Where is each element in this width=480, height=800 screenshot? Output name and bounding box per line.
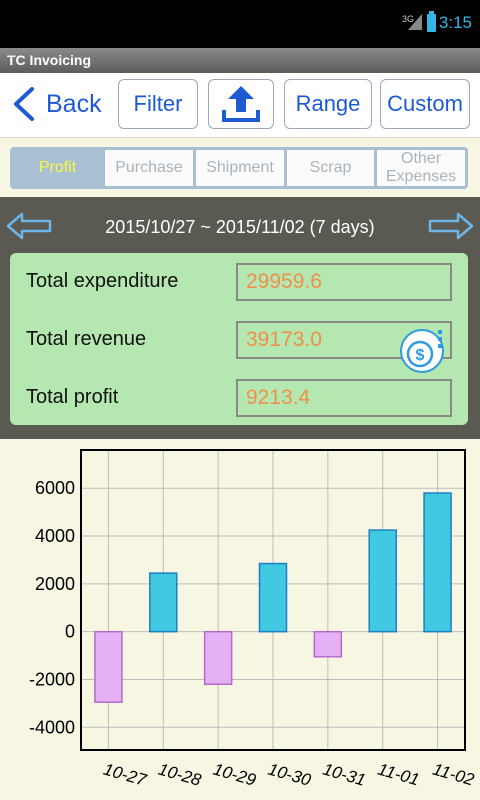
y-tick-label: 6000 — [35, 478, 75, 498]
battery-icon — [427, 11, 436, 32]
custom-button[interactable]: Custom — [380, 79, 470, 129]
clock: 3:15 — [438, 13, 472, 32]
tab-other-expenses[interactable]: Other Expenses — [377, 150, 465, 186]
total-expenditure-label: Total expenditure — [26, 270, 179, 292]
bar — [368, 529, 397, 633]
report-tabs: Profit Purchase Shipment Scrap Other Exp… — [10, 147, 468, 189]
upload-icon — [222, 86, 260, 122]
tab-profit[interactable]: Profit — [13, 150, 102, 186]
y-tick-label: -2000 — [29, 669, 75, 689]
date-range: 2015/10/27 ~ 2015/11/02 (7 days) — [105, 217, 375, 237]
profit-chart: 6000 4000 2000 0 -2000 -4000 10-27 10-28 10-29 10… — [0, 439, 480, 800]
back-button[interactable]: Back — [6, 79, 110, 129]
arrow-left-icon[interactable] — [6, 211, 52, 241]
tab-scrap[interactable]: Scrap — [287, 150, 374, 186]
y-tick-label: -4000 — [29, 717, 75, 737]
app-title: TC Invoicing — [0, 48, 480, 73]
x-tick-label: 10-31 — [321, 760, 368, 790]
y-tick-label: 2000 — [35, 574, 75, 594]
chevron-left-icon — [14, 87, 34, 121]
x-tick-label: 10-30 — [266, 760, 314, 790]
x-tick-label: 10-28 — [156, 760, 204, 790]
upload-button[interactable] — [208, 79, 274, 129]
arrow-right-icon[interactable] — [428, 211, 474, 241]
x-tick-label: 11-01 — [376, 760, 422, 790]
status-bar: 3G 3:15 — [0, 0, 480, 48]
filter-button[interactable]: Filter — [118, 79, 198, 129]
bar — [203, 630, 233, 686]
y-tick-label: 0 — [65, 622, 75, 642]
bar — [149, 572, 178, 633]
profit-chart-svg: 6000400020000-2000-400010-27 10-28 10-29 10… — [29, 449, 477, 790]
tab-purchase[interactable]: Purchase — [105, 150, 193, 186]
x-tick-label: 11-02 — [430, 760, 476, 790]
toolbar: Back Filter Range Custom — [0, 73, 480, 138]
total-expenditure-value: 29959.6 — [236, 263, 452, 301]
back-label: Back — [46, 89, 102, 118]
total-revenue-label: Total revenue — [26, 328, 147, 350]
total-profit-label: Total profit — [26, 386, 119, 408]
signal-icon — [408, 14, 422, 30]
tab-shipment[interactable]: Shipment — [196, 150, 284, 186]
x-tick-label: 10-27 — [101, 760, 149, 790]
bar — [94, 630, 123, 703]
total-profit-value: 9213.4 — [236, 379, 452, 417]
x-tick-label: 10-29 — [211, 760, 259, 790]
y-tick-label: 4000 — [35, 526, 75, 546]
money-icon[interactable]: $ — [396, 321, 452, 377]
summary-section: 2015/10/27 ~ 2015/11/02 (7 days) Total e… — [0, 197, 480, 439]
bar — [423, 492, 452, 633]
bar — [258, 562, 288, 633]
report-tabs-bar: Profit Purchase Shipment Scrap Other Exp… — [0, 138, 480, 197]
range-button[interactable]: Range — [284, 79, 372, 129]
svg-text:$: $ — [416, 347, 425, 364]
bar — [313, 630, 343, 658]
